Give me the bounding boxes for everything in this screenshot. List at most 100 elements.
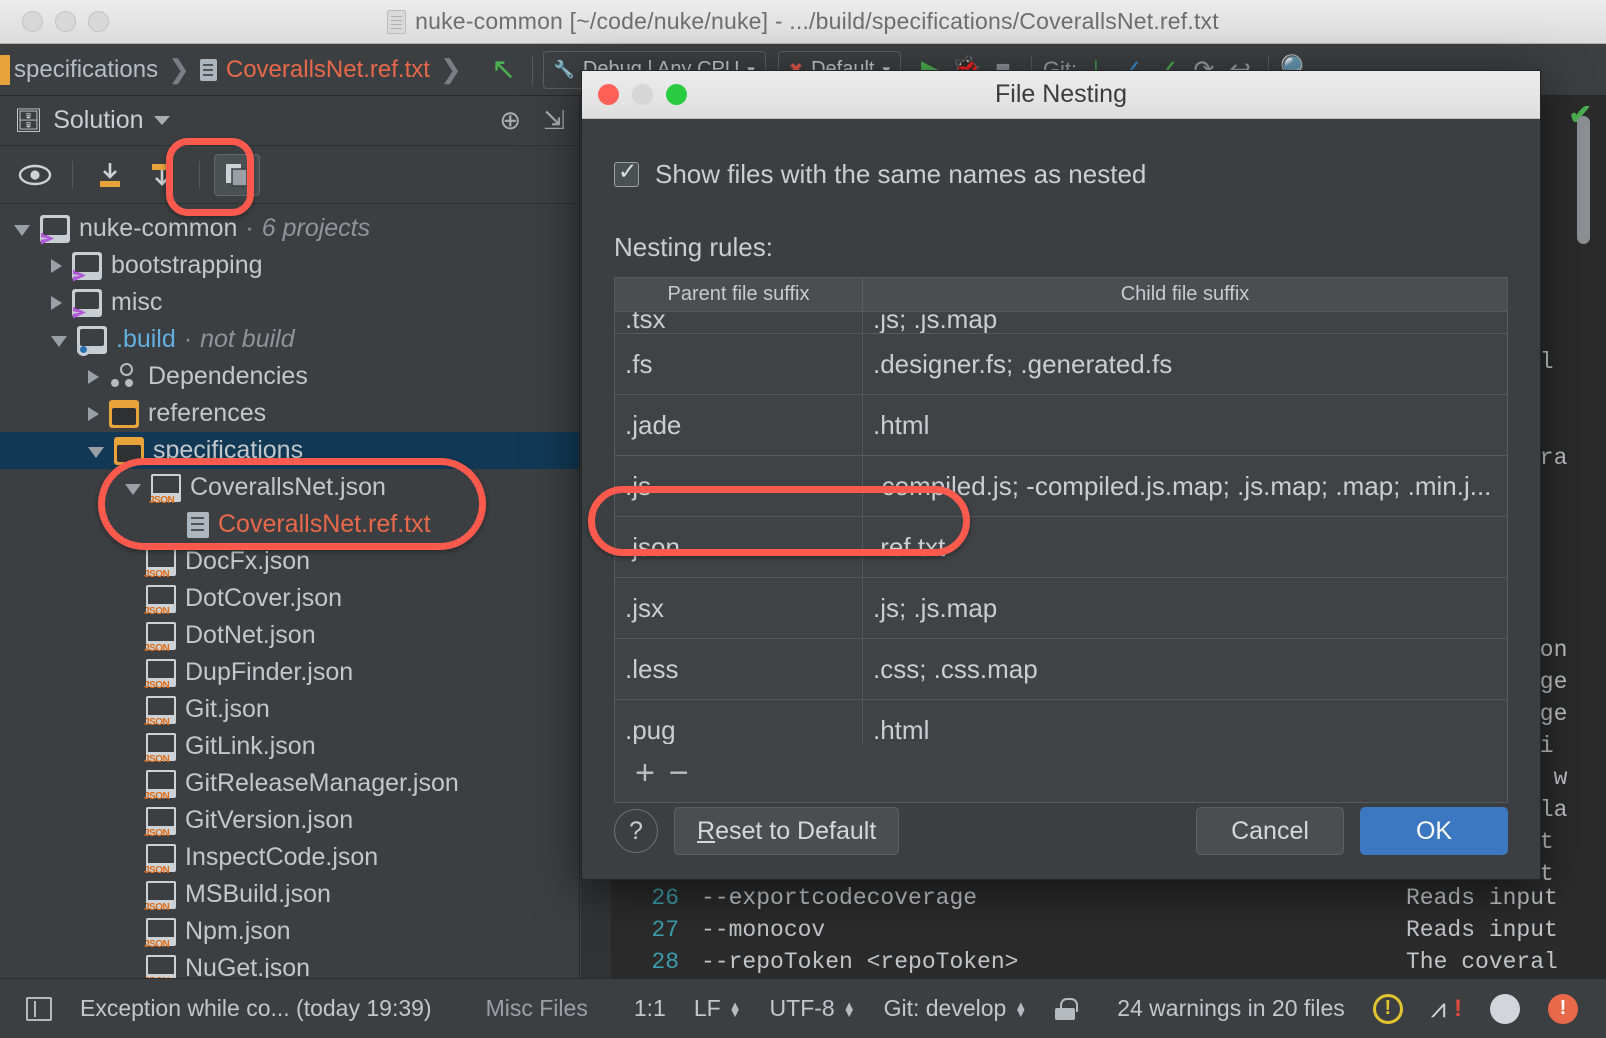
tree-item-gitversion-json[interactable]: GitVersion.json	[0, 802, 579, 839]
back-arrow-icon[interactable]: ↖	[486, 52, 522, 88]
column-header-parent-suffix[interactable]: Parent file suffix	[615, 278, 863, 311]
status-warning-badge[interactable]: !	[1359, 993, 1417, 1024]
cell-parent-suffix[interactable]: .fs	[615, 334, 863, 394]
file-nesting-icon[interactable]	[214, 153, 260, 196]
tree-twisty-closed-icon[interactable]	[51, 295, 62, 310]
tree-item-coverallsnet-ref-txt[interactable]: CoverallsNet.ref.txt	[0, 506, 579, 543]
locate-icon[interactable]: ⊕	[499, 105, 521, 136]
tree-twisty-closed-icon[interactable]	[51, 258, 62, 273]
toggle-tool-window-button[interactable]	[12, 996, 66, 1021]
tree-twisty-open-icon[interactable]	[125, 484, 141, 495]
cell-child-suffix[interactable]: .css; .css.map	[863, 639, 1507, 699]
tree-item-gitlink-json[interactable]: GitLink.json	[0, 728, 579, 765]
reset-to-default-button[interactable]: Reset to Default	[674, 807, 900, 855]
inspection-icon: ⩘	[1430, 992, 1447, 1023]
cell-parent-suffix[interactable]: .jade	[615, 395, 863, 455]
tree-item-npm-json[interactable]: Npm.json	[0, 913, 579, 950]
cell-parent-suffix[interactable]: .tsx	[615, 312, 863, 333]
tree-item-label: GitLink.json	[185, 732, 316, 760]
show-same-names-checkbox[interactable]	[614, 158, 639, 187]
table-row[interactable]: .jsx .js; .js.map	[615, 578, 1507, 639]
json-icon	[144, 917, 176, 950]
cell-parent-suffix[interactable]: .json	[615, 517, 863, 577]
tree-item-git-json[interactable]: Git.json	[0, 691, 579, 728]
status-message[interactable]: Exception while co... (today 19:39)	[66, 995, 446, 1022]
status-branch[interactable]: Git: develop ▲ ▼	[870, 995, 1042, 1022]
memory-indicator[interactable]	[1476, 993, 1534, 1024]
tree-twisty-closed-icon[interactable]	[88, 369, 99, 384]
collapse-all-icon[interactable]: ⇲	[543, 105, 565, 136]
editor-scrollbar[interactable]	[1577, 116, 1590, 244]
remove-rule-button[interactable]: −	[669, 756, 689, 790]
tree-item-nuke-common[interactable]: nuke-common · 6 projects	[0, 210, 579, 247]
nesting-rules-table[interactable]: Parent file suffix Child file suffix .ts…	[614, 277, 1508, 803]
tree-item-label: CoverallsNet.json	[190, 473, 386, 501]
hector-indicator[interactable]: 👮	[1592, 993, 1606, 1024]
cell-child-suffix[interactable]: .js; .js.map	[863, 578, 1507, 638]
show-same-names-checkbox-row[interactable]: Show files with the same names as nested	[614, 158, 1508, 190]
tree-item-label: InspectCode.json	[185, 843, 379, 871]
table-row[interactable]: .fs .designer.fs; .generated.fs	[615, 334, 1507, 395]
eye-icon[interactable]	[12, 154, 58, 196]
cell-child-suffix[interactable]: .ref.txt	[863, 517, 1507, 577]
status-encoding[interactable]: UTF-8 ▲ ▼	[756, 995, 870, 1022]
table-row[interactable]: .jade .html	[615, 395, 1507, 456]
add-rule-button[interactable]: +	[635, 756, 655, 790]
chevron-down-icon[interactable]	[153, 116, 170, 125]
breadcrumb-specifications[interactable]: specifications	[10, 44, 162, 96]
breadcrumb-file[interactable]: CoverallsNet.ref.txt	[196, 44, 434, 96]
tree-item-dotcover-json[interactable]: DotCover.json	[0, 580, 579, 617]
cell-child-suffix[interactable]: .js; .js.map	[863, 312, 1507, 333]
table-row[interactable]: .js -compiled.js; -compiled.js.map; .js.m…	[615, 456, 1507, 517]
tree-item-references[interactable]: references	[0, 395, 579, 432]
tree-item-label: references	[148, 399, 267, 427]
tree-item-inspectcode-json[interactable]: InspectCode.json	[0, 839, 579, 876]
expand-down-icon[interactable]	[139, 154, 185, 196]
table-row[interactable]: .less .css; .css.map	[615, 639, 1507, 700]
cell-parent-suffix[interactable]: .less	[615, 639, 863, 699]
tree-item-bootstrapping[interactable]: bootstrapping	[0, 247, 579, 284]
tree-item-docfx-json[interactable]: DocFx.json	[0, 543, 579, 580]
column-header-child-suffix[interactable]: Child file suffix	[863, 278, 1507, 311]
table-footer-toolbar: + −	[615, 744, 1507, 802]
show-same-names-label: Show files with the same names as nested	[655, 159, 1147, 189]
updown-icon-2: ▲ ▼	[842, 997, 856, 1020]
cell-child-suffix[interactable]: .html	[863, 700, 1507, 745]
tree-twisty-open-icon[interactable]	[88, 447, 104, 458]
status-lock[interactable]	[1041, 997, 1089, 1020]
tree-item-msbuild-json[interactable]: MSBuild.json	[0, 876, 579, 913]
cell-child-suffix[interactable]: -compiled.js; -compiled.js.map; .js.map;…	[863, 456, 1507, 516]
status-caret-position[interactable]: 1:1	[620, 995, 680, 1022]
tree-item-dotnet-json[interactable]: DotNet.json	[0, 617, 579, 654]
cell-child-suffix[interactable]: .html	[863, 395, 1507, 455]
tree-twisty-open-icon[interactable]	[14, 225, 30, 236]
collapse-down-icon[interactable]	[87, 154, 133, 196]
tree-twisty-closed-icon[interactable]	[88, 406, 99, 421]
unlocked-icon	[1055, 997, 1079, 1020]
tree-item-dependencies[interactable]: Dependencies	[0, 358, 579, 395]
tree-item-misc[interactable]: misc	[0, 284, 579, 321]
table-body[interactable]: .tsx .js; .js.map .fs .designer.fs; .genera…	[615, 312, 1507, 744]
tree-twisty-open-icon[interactable]	[51, 336, 67, 347]
table-row[interactable]: .pug .html	[615, 700, 1507, 744]
breadcrumb-specifications-label: specifications	[14, 55, 159, 83]
solution-tree[interactable]: nuke-common · 6 projects bootstrapping misc.…	[0, 204, 579, 987]
cell-parent-suffix[interactable]: .pug	[615, 700, 863, 744]
table-row[interactable]: .tsx .js; .js.map	[615, 312, 1507, 334]
tree-item-dupfinder-json[interactable]: DupFinder.json	[0, 654, 579, 691]
cell-parent-suffix[interactable]: .jsx	[615, 578, 863, 638]
tree-item-gitreleasemanager-json[interactable]: GitReleaseManager.json	[0, 765, 579, 802]
ok-button[interactable]: OK	[1360, 807, 1508, 855]
tree-item-coverallsnet-json[interactable]: CoverallsNet.json	[0, 469, 579, 506]
cell-child-suffix[interactable]: .designer.fs; .generated.fs	[863, 334, 1507, 394]
help-button[interactable]: ?	[614, 809, 658, 853]
tree-item--build[interactable]: .build · not build	[0, 321, 579, 358]
status-inspection-badge[interactable]: ⩘!	[1417, 993, 1476, 1025]
status-line-ending[interactable]: LF ▲ ▼	[680, 995, 756, 1022]
table-row[interactable]: .json .ref.txt	[615, 517, 1507, 578]
error-indicator[interactable]: !	[1534, 993, 1592, 1024]
status-warnings[interactable]: 24 warnings in 20 files	[1103, 995, 1359, 1022]
cancel-button[interactable]: Cancel	[1196, 807, 1344, 855]
cell-parent-suffix[interactable]: .js	[615, 456, 863, 516]
tree-item-specifications[interactable]: specifications	[0, 432, 579, 469]
